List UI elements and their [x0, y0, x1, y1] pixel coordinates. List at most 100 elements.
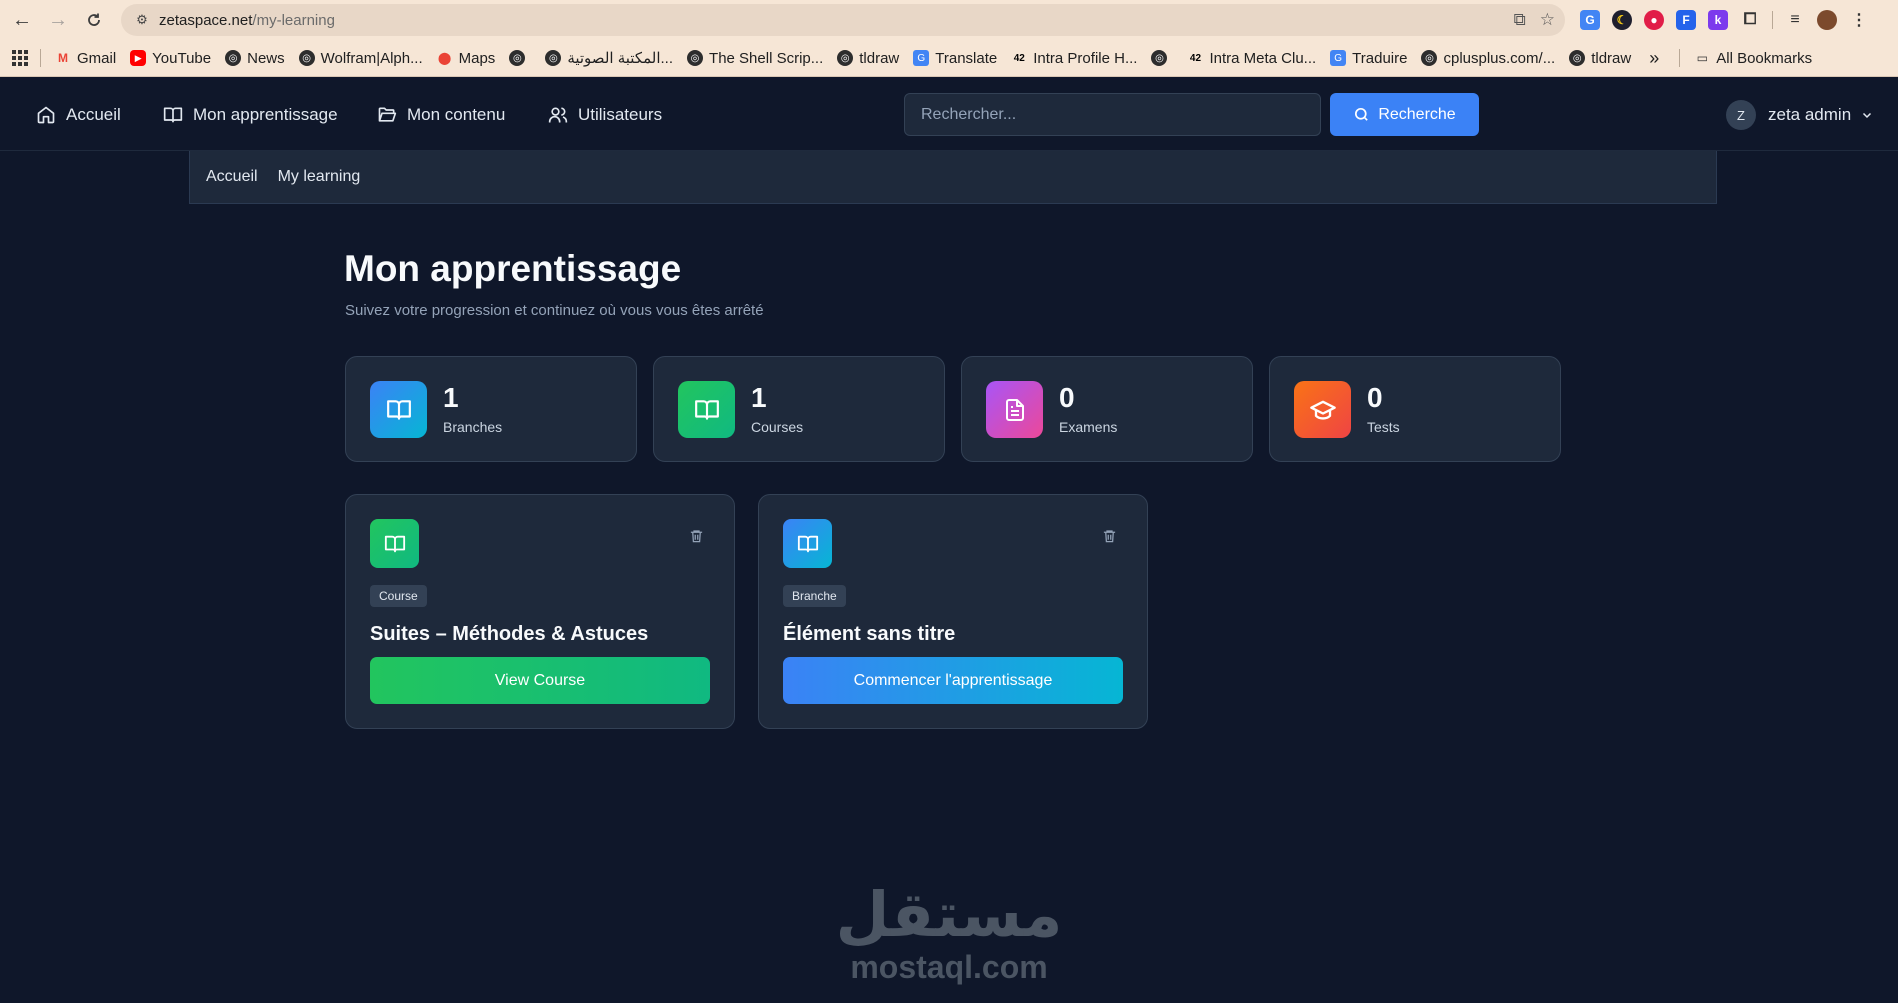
- profile-avatar-icon[interactable]: [1817, 10, 1837, 30]
- nav-my-content[interactable]: Mon contenu: [377, 78, 505, 151]
- maps-icon: ⬤: [437, 51, 452, 65]
- nav-my-content-label: Mon contenu: [407, 104, 506, 124]
- globe-icon: ◎: [837, 50, 854, 66]
- page-subtitle: Suivez votre progression et continuez où…: [345, 302, 764, 319]
- graduation-cap-icon: [1294, 381, 1351, 438]
- home-icon: [37, 106, 55, 123]
- globe-icon: ◎: [1569, 50, 1586, 66]
- more-bookmarks-button[interactable]: »: [1649, 48, 1659, 69]
- translate-page-icon[interactable]: ⧉: [1514, 10, 1526, 30]
- translate-icon: G: [913, 50, 930, 66]
- search-icon: [1355, 107, 1369, 121]
- bookmark-unnamed-2[interactable]: ◎: [1151, 50, 1173, 66]
- globe-icon: ◎: [1421, 50, 1438, 66]
- bookmark-shell-scripting[interactable]: ◎ The Shell Scrip...: [687, 50, 823, 67]
- globe-icon: ◎: [687, 50, 704, 66]
- adblock-extension-icon[interactable]: ●: [1644, 10, 1664, 30]
- view-course-button[interactable]: View Course: [370, 657, 710, 704]
- chevron-down-icon: [1863, 112, 1872, 119]
- 42-icon: 42: [1013, 52, 1025, 64]
- globe-icon: ◎: [545, 50, 562, 66]
- book-open-icon: [370, 519, 419, 568]
- address-bar[interactable]: ⚙ zetaspace.net/my-learning ⧉ ☆: [121, 4, 1565, 36]
- stat-card-exams: 0 Examens: [961, 356, 1253, 462]
- youtube-icon: ▶: [130, 50, 147, 66]
- watermark-latin: mostaql.com: [850, 949, 1048, 985]
- reload-icon: [88, 13, 100, 26]
- bookmark-youtube[interactable]: ▶ YouTube: [130, 50, 211, 67]
- reload-button[interactable]: [80, 6, 108, 34]
- bookmark-intra-profile[interactable]: 42 Intra Profile H...: [1011, 50, 1138, 67]
- k-extension-icon[interactable]: k: [1708, 10, 1728, 30]
- bookmark-wolfram[interactable]: ◎ Wolfram|Alph...: [298, 50, 423, 67]
- back-button[interactable]: ←: [8, 6, 36, 34]
- card-title: Suites – Méthodes & Astuces: [370, 623, 649, 645]
- reading-list-icon[interactable]: ≡: [1785, 10, 1805, 30]
- users-icon: [548, 107, 568, 122]
- globe-icon: ◎: [1151, 50, 1168, 66]
- breadcrumb-current: My learning: [277, 168, 361, 185]
- stat-label: Tests: [1367, 419, 1400, 435]
- learning-card-branch: Branche Élément sans titre Commencer l'a…: [758, 494, 1148, 729]
- bookmark-tldraw[interactable]: ◎ tldraw: [837, 50, 899, 67]
- extensions-puzzle-icon[interactable]: ⧠: [1740, 10, 1760, 30]
- user-name: zeta admin: [1768, 105, 1852, 124]
- forward-button[interactable]: →: [44, 6, 72, 34]
- breadcrumb: Accueil My learning: [189, 151, 1717, 204]
- all-bookmarks-button[interactable]: ▭ All Bookmarks: [1694, 50, 1813, 67]
- trash-icon[interactable]: [1102, 528, 1117, 544]
- bookmark-unnamed-1[interactable]: ◎: [509, 50, 531, 66]
- bookmarks-bar: M Gmail ▶ YouTube ◎ News ◎ Wolfram|Alph... ⬤…: [0, 40, 1898, 77]
- breadcrumb-home[interactable]: Accueil: [206, 168, 258, 186]
- book-open-icon: [370, 381, 427, 438]
- stat-label: Branches: [443, 419, 503, 435]
- dark-mode-extension-icon[interactable]: ☾: [1612, 10, 1632, 30]
- start-learning-button[interactable]: Commencer l'apprentissage: [783, 657, 1123, 704]
- globe-icon: ◎: [298, 50, 315, 66]
- stat-value: 0: [1059, 382, 1075, 413]
- nav-my-learning[interactable]: Mon apprentissage: [163, 78, 338, 151]
- site-info-icon[interactable]: ⚙: [133, 11, 151, 29]
- translate-extension-icon[interactable]: G: [1580, 10, 1600, 30]
- search-button-label: Recherche: [1378, 105, 1456, 123]
- app-navbar: Accueil Mon apprentissage Mon contenu Ut…: [0, 78, 1898, 151]
- trash-icon[interactable]: [689, 528, 704, 544]
- stat-value: 1: [443, 382, 459, 413]
- browser-toolbar: ← → ⚙ zetaspace.net/my-learning ⧉ ☆ G ☾ …: [0, 0, 1898, 40]
- card-title: Élément sans titre: [783, 623, 956, 645]
- avatar: Z: [1726, 100, 1756, 130]
- bookmark-audio-library[interactable]: ◎ المكتبة الصوتية...: [545, 49, 673, 67]
- bookmark-traduire[interactable]: G Traduire: [1330, 50, 1407, 67]
- apps-grid-icon[interactable]: [12, 50, 28, 66]
- user-menu[interactable]: Z zeta admin: [1726, 98, 1873, 132]
- bookmark-news[interactable]: ◎ News: [225, 50, 285, 67]
- search-input[interactable]: [904, 93, 1321, 136]
- bookmark-intra-meta[interactable]: 42 Intra Meta Clu...: [1187, 50, 1316, 67]
- nav-users[interactable]: Utilisateurs: [548, 78, 662, 151]
- stat-value: 1: [751, 382, 767, 413]
- stat-label: Courses: [751, 419, 804, 435]
- nav-users-label: Utilisateurs: [578, 104, 663, 124]
- browser-menu-icon[interactable]: ⋮: [1849, 10, 1869, 30]
- gmail-icon: M: [58, 51, 68, 65]
- type-badge: Course: [370, 585, 427, 607]
- search-button[interactable]: Recherche: [1330, 93, 1479, 136]
- bookmark-gmail[interactable]: M Gmail: [55, 50, 116, 67]
- bookmark-maps[interactable]: ⬤ Maps: [437, 50, 495, 67]
- bookmark-cplusplus[interactable]: ◎ cplusplus.com/...: [1421, 50, 1555, 67]
- toolbar-divider: [1772, 11, 1773, 29]
- stat-card-branches: 1 Branches: [345, 356, 637, 462]
- bookmark-star-icon[interactable]: ☆: [1540, 10, 1555, 30]
- folder-icon: ▭: [1696, 51, 1708, 65]
- bookmark-translate[interactable]: G Translate: [913, 50, 997, 67]
- f-extension-icon[interactable]: F: [1676, 10, 1696, 30]
- nav-home-label: Accueil: [66, 104, 121, 124]
- bookmark-tldraw-2[interactable]: ◎ tldraw: [1569, 50, 1631, 67]
- nav-home[interactable]: Accueil: [36, 78, 121, 151]
- book-open-icon: [783, 519, 832, 568]
- type-badge: Branche: [783, 585, 846, 607]
- watermark-arabic: مستقل: [835, 878, 1063, 951]
- globe-icon: ◎: [509, 50, 526, 66]
- globe-icon: ◎: [225, 50, 242, 66]
- bookmarks-divider: [1679, 49, 1681, 67]
